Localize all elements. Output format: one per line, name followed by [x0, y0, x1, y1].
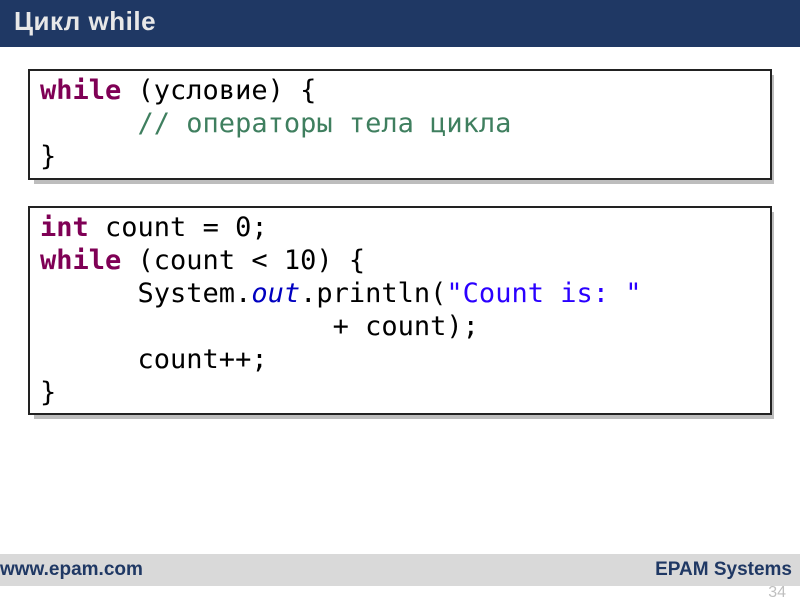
code-text: }	[40, 377, 56, 408]
code-block-1-wrap: while (условие) { // операторы тела цикл…	[28, 69, 772, 180]
footer-brand: EPAM Systems	[655, 559, 792, 581]
slide-title: Цикл while	[14, 6, 786, 37]
field-out: out	[251, 278, 300, 309]
footer-bar: www.epam.com EPAM Systems	[0, 554, 800, 586]
code-text: count++;	[40, 344, 268, 375]
string-literal: "Count is: "	[446, 278, 641, 309]
code-text: + count);	[40, 311, 479, 342]
code-text: (условие) {	[121, 75, 316, 106]
keyword-int: int	[40, 212, 89, 243]
code-block-2-wrap: int count = 0; while (count < 10) { Syst…	[28, 206, 772, 416]
code-text: }	[40, 141, 56, 172]
header-bar: Цикл while	[0, 0, 800, 47]
code-block-2: int count = 0; while (count < 10) { Syst…	[28, 206, 772, 416]
code-text: .println(	[300, 278, 446, 309]
footer-url: www.epam.com	[0, 559, 143, 581]
code-text: (count < 10) {	[121, 245, 365, 276]
keyword-while: while	[40, 75, 121, 106]
page-number: 34	[768, 584, 786, 600]
content-area: while (условие) { // операторы тела цикл…	[0, 47, 800, 415]
keyword-while: while	[40, 245, 121, 276]
slide: Цикл while while (условие) { // оператор…	[0, 0, 800, 600]
code-text: count = 0;	[89, 212, 268, 243]
comment-line: // операторы тела цикла	[40, 108, 511, 139]
code-block-1: while (условие) { // операторы тела цикл…	[28, 69, 772, 180]
code-text: System.	[40, 278, 251, 309]
